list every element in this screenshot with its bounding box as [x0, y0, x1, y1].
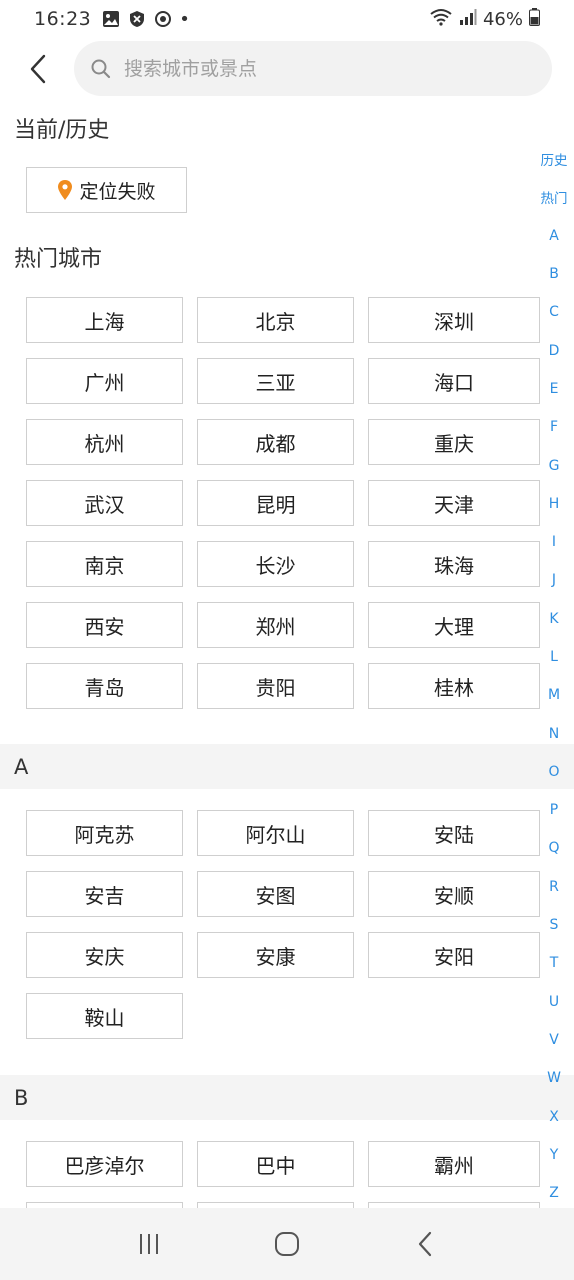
battery-icon [529, 7, 540, 31]
index-item[interactable]: K [534, 600, 574, 638]
city-list[interactable]: 当前/历史 定位失败 热门城市 上海 北京 深圳广州 三亚 海口杭州 成都 重庆武汉 昆明 天津… [0, 104, 574, 1208]
city-button[interactable]: 珠海 [368, 541, 540, 587]
index-item[interactable]: W [534, 1059, 574, 1097]
locate-button[interactable]: 定位失败 [26, 167, 187, 213]
city-button[interactable]: 西安 [26, 602, 183, 648]
city-button[interactable]: 郑州 [197, 602, 354, 648]
index-item[interactable]: N [534, 714, 574, 752]
locate-label: 定位失败 [79, 180, 156, 203]
city-button[interactable]: 安顺 [368, 871, 540, 917]
index-item[interactable]: A [534, 217, 574, 255]
index-item[interactable]: H [534, 485, 574, 523]
city-button[interactable]: 南京 [26, 541, 183, 587]
city-button[interactable]: 安陆 [368, 810, 540, 856]
index-item[interactable]: G [534, 446, 574, 484]
city-button[interactable]: 上海 [26, 297, 183, 343]
chevron-left-icon [30, 54, 46, 84]
index-item[interactable]: 热门 [534, 178, 574, 216]
battery-percent: 46% [482, 8, 523, 30]
index-item[interactable]: M [534, 676, 574, 714]
index-item[interactable]: Y [534, 1136, 574, 1174]
search-input[interactable] [124, 57, 504, 80]
city-button[interactable]: 巴彦淖尔 [26, 1141, 183, 1187]
sync-notification-icon [153, 9, 173, 29]
city-button[interactable]: 昆明 [197, 480, 354, 526]
nav-back-button[interactable] [395, 1214, 455, 1274]
recent-apps-icon [140, 1234, 158, 1254]
index-item[interactable]: F [534, 408, 574, 446]
search-header [0, 40, 574, 98]
city-button[interactable]: 海口 [368, 358, 540, 404]
notification-dot: • [179, 8, 190, 30]
system-nav-bar [0, 1208, 574, 1280]
wifi-icon [429, 8, 453, 31]
section-header-a: A [0, 744, 574, 789]
signal-icon [459, 8, 477, 31]
index-item[interactable]: B [534, 255, 574, 293]
city-button[interactable]: 北京 [197, 297, 354, 343]
home-button[interactable] [257, 1214, 317, 1274]
city-button[interactable]: 安康 [197, 932, 354, 978]
city-button[interactable]: 安庆 [26, 932, 183, 978]
city-button[interactable]: 霸州 [368, 1141, 540, 1187]
city-button[interactable]: 巴中 [197, 1141, 354, 1187]
status-right: 46% [429, 7, 540, 31]
index-item[interactable]: Z [534, 1174, 574, 1212]
index-item[interactable]: R [534, 868, 574, 906]
recent-apps-button[interactable] [119, 1214, 179, 1274]
search-box[interactable] [74, 41, 552, 96]
search-icon [91, 59, 111, 78]
city-button[interactable]: 三亚 [197, 358, 354, 404]
hot-cities-grid: 上海 北京 深圳广州 三亚 海口杭州 成都 重庆武汉 昆明 天津南京 长沙 珠海西安 郑州 大理青岛 贵阳… [26, 297, 541, 709]
index-item[interactable]: P [534, 791, 574, 829]
city-button[interactable]: 安图 [197, 871, 354, 917]
section-b-grid: 巴彦淖尔 巴中 霸州 [26, 1141, 541, 1187]
index-item[interactable]: 历史 [534, 140, 574, 178]
city-button[interactable]: 安吉 [26, 871, 183, 917]
location-pin-icon [58, 180, 73, 200]
city-button[interactable]: 深圳 [368, 297, 540, 343]
section-header-b: B [0, 1075, 574, 1120]
city-button[interactable]: 安阳 [368, 932, 540, 978]
index-item[interactable]: O [534, 753, 574, 791]
index-item[interactable]: E [534, 370, 574, 408]
back-button[interactable] [22, 50, 54, 88]
city-button[interactable]: 天津 [368, 480, 540, 526]
city-button[interactable]: 阿克苏 [26, 810, 183, 856]
index-item[interactable]: C [534, 293, 574, 331]
shield-notification-icon [127, 9, 147, 29]
index-item[interactable]: T [534, 944, 574, 982]
city-button[interactable]: 长沙 [197, 541, 354, 587]
city-button[interactable]: 桂林 [368, 663, 540, 709]
index-item[interactable]: I [534, 523, 574, 561]
status-time: 16:23 [34, 8, 92, 30]
index-item[interactable]: V [534, 1021, 574, 1059]
section-a-grid: 阿克苏 阿尔山 安陆安吉 安图 安顺安庆 安康 安阳鞍山 [26, 810, 541, 1039]
city-button[interactable]: 大理 [368, 602, 540, 648]
city-button[interactable]: 青岛 [26, 663, 183, 709]
city-button[interactable]: 广州 [26, 358, 183, 404]
city-button[interactable]: 鞍山 [26, 993, 183, 1039]
city-button[interactable]: 贵阳 [197, 663, 354, 709]
home-icon [275, 1232, 299, 1256]
hot-cities-title: 热门城市 [14, 247, 103, 272]
city-button[interactable]: 成都 [197, 419, 354, 465]
alphabet-index[interactable]: 历史 热门 A B C D E F G H I J K L M N O P Q R S T U V W X Y Z [534, 140, 574, 1212]
index-item[interactable]: Q [534, 829, 574, 867]
index-item[interactable]: L [534, 638, 574, 676]
nav-back-icon [418, 1231, 432, 1257]
index-item[interactable]: S [534, 906, 574, 944]
city-button[interactable]: 武汉 [26, 480, 183, 526]
gallery-notification-icon [101, 9, 121, 29]
index-item[interactable]: D [534, 331, 574, 369]
city-button[interactable]: 重庆 [368, 419, 540, 465]
city-button[interactable]: 杭州 [26, 419, 183, 465]
index-item[interactable]: U [534, 983, 574, 1021]
index-item[interactable]: X [534, 1097, 574, 1135]
index-item[interactable]: J [534, 561, 574, 599]
current-history-title: 当前/历史 [14, 118, 110, 143]
status-bar: 16:23 • 46% [0, 0, 574, 38]
city-button[interactable]: 阿尔山 [197, 810, 354, 856]
